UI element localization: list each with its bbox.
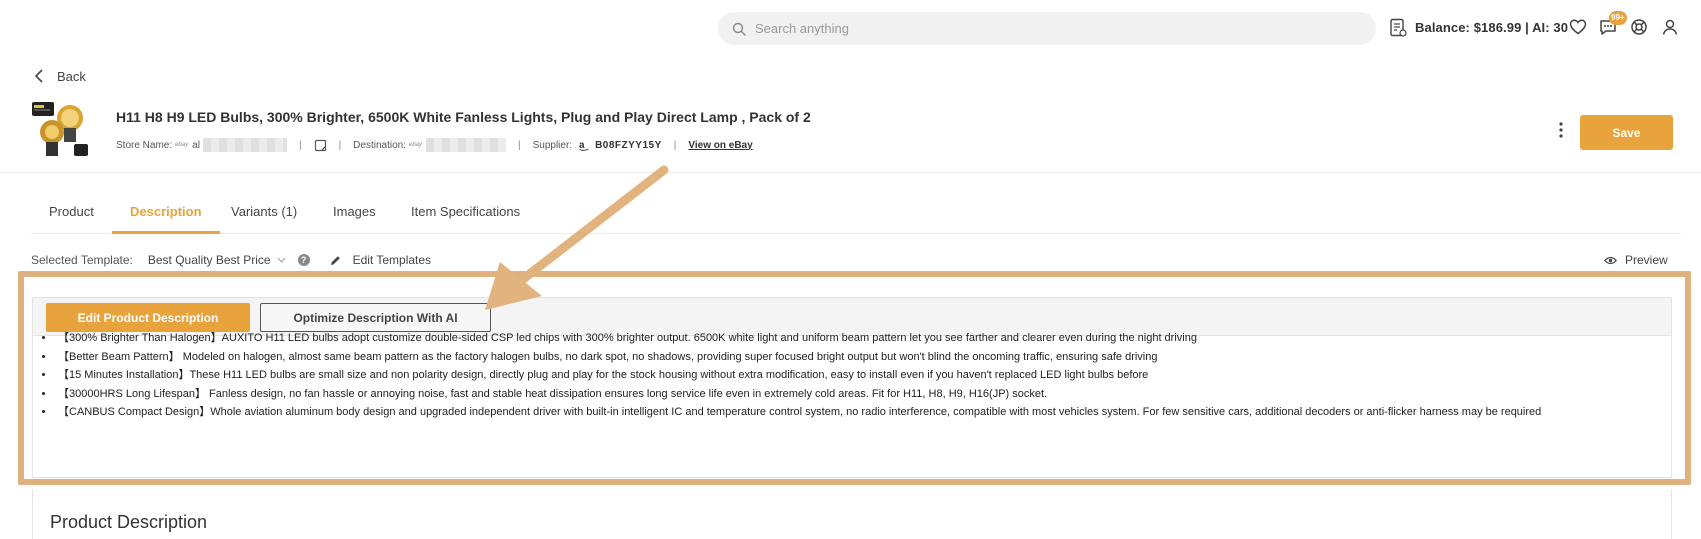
destination-label: Destination: <box>353 139 406 151</box>
product-title: H11 H8 H9 LED Bulbs, 300% Brighter, 6500… <box>116 109 811 125</box>
preview-label: Preview <box>1625 253 1668 267</box>
save-button[interactable]: Save <box>1580 115 1673 150</box>
heart-icon[interactable] <box>1568 17 1588 37</box>
template-label: Selected Template: <box>31 253 133 267</box>
tab-images[interactable]: Images <box>333 204 376 234</box>
top-bar: Balance: $186.99 | AI: 30 99+ <box>0 0 1701 52</box>
search-input[interactable] <box>755 21 1355 36</box>
pencil-icon <box>330 255 340 265</box>
product-thumbnail <box>30 98 94 162</box>
back-label: Back <box>57 68 86 84</box>
highlight-box <box>18 271 1691 485</box>
template-row: Selected Template: Best Quality Best Pri… <box>31 253 431 267</box>
store-label: Store Name: <box>116 139 173 151</box>
header-divider <box>0 172 1701 173</box>
divider: | <box>298 139 302 151</box>
store-name-value: al <box>192 139 200 151</box>
destination-redacted <box>426 138 506 152</box>
user-icon[interactable] <box>1660 17 1680 37</box>
back-button[interactable]: Back <box>33 68 86 84</box>
preview-button[interactable]: Preview <box>1604 253 1668 267</box>
tab-bar: Product Description Variants (1) Images … <box>31 198 1681 234</box>
template-select[interactable]: Best Quality Best Price <box>148 253 286 267</box>
amazon-icon: a <box>579 140 589 151</box>
store-name-redacted <box>202 138 287 152</box>
product-description-heading: Product Description <box>50 512 208 532</box>
tab-description[interactable]: Description <box>112 204 220 234</box>
edit-templates-button[interactable]: Edit Templates <box>329 253 432 267</box>
notifications-badge: 99+ <box>1609 11 1627 25</box>
tab-item-specifications[interactable]: Item Specifications <box>411 204 520 234</box>
divider: | <box>518 139 521 151</box>
template-selected-value: Best Quality Best Price <box>147 253 271 267</box>
search-bar[interactable] <box>718 12 1376 45</box>
support-icon[interactable] <box>1629 17 1649 37</box>
chevron-left-icon <box>34 69 43 83</box>
more-options-icon[interactable] <box>1558 121 1564 139</box>
chevron-down-icon <box>277 257 286 263</box>
product-meta: Store Name: ebay al | | Destination: eba… <box>116 138 753 152</box>
view-on-ebay-link[interactable]: View on eBay <box>688 140 752 151</box>
eye-icon <box>1604 256 1617 264</box>
divider: | <box>673 139 677 151</box>
supplier-sku[interactable]: B08FZYY15Y <box>595 140 662 151</box>
destination-ebay-logo: ebay <box>408 142 422 148</box>
divider: | <box>338 139 342 151</box>
search-icon <box>732 22 746 36</box>
store-ebay-logo: ebay <box>175 142 189 148</box>
balance-document-icon[interactable] <box>1389 18 1407 38</box>
product-description-section <box>32 489 1672 539</box>
balance-text: Balance: $186.99 | AI: 30 <box>1415 20 1569 35</box>
supplier-label: Supplier: <box>532 139 573 151</box>
help-icon[interactable]: ? <box>297 254 310 266</box>
note-icon[interactable] <box>314 139 327 152</box>
tab-product[interactable]: Product <box>49 204 94 234</box>
tab-variants[interactable]: Variants (1) <box>231 204 297 234</box>
edit-templates-label: Edit Templates <box>352 253 432 267</box>
